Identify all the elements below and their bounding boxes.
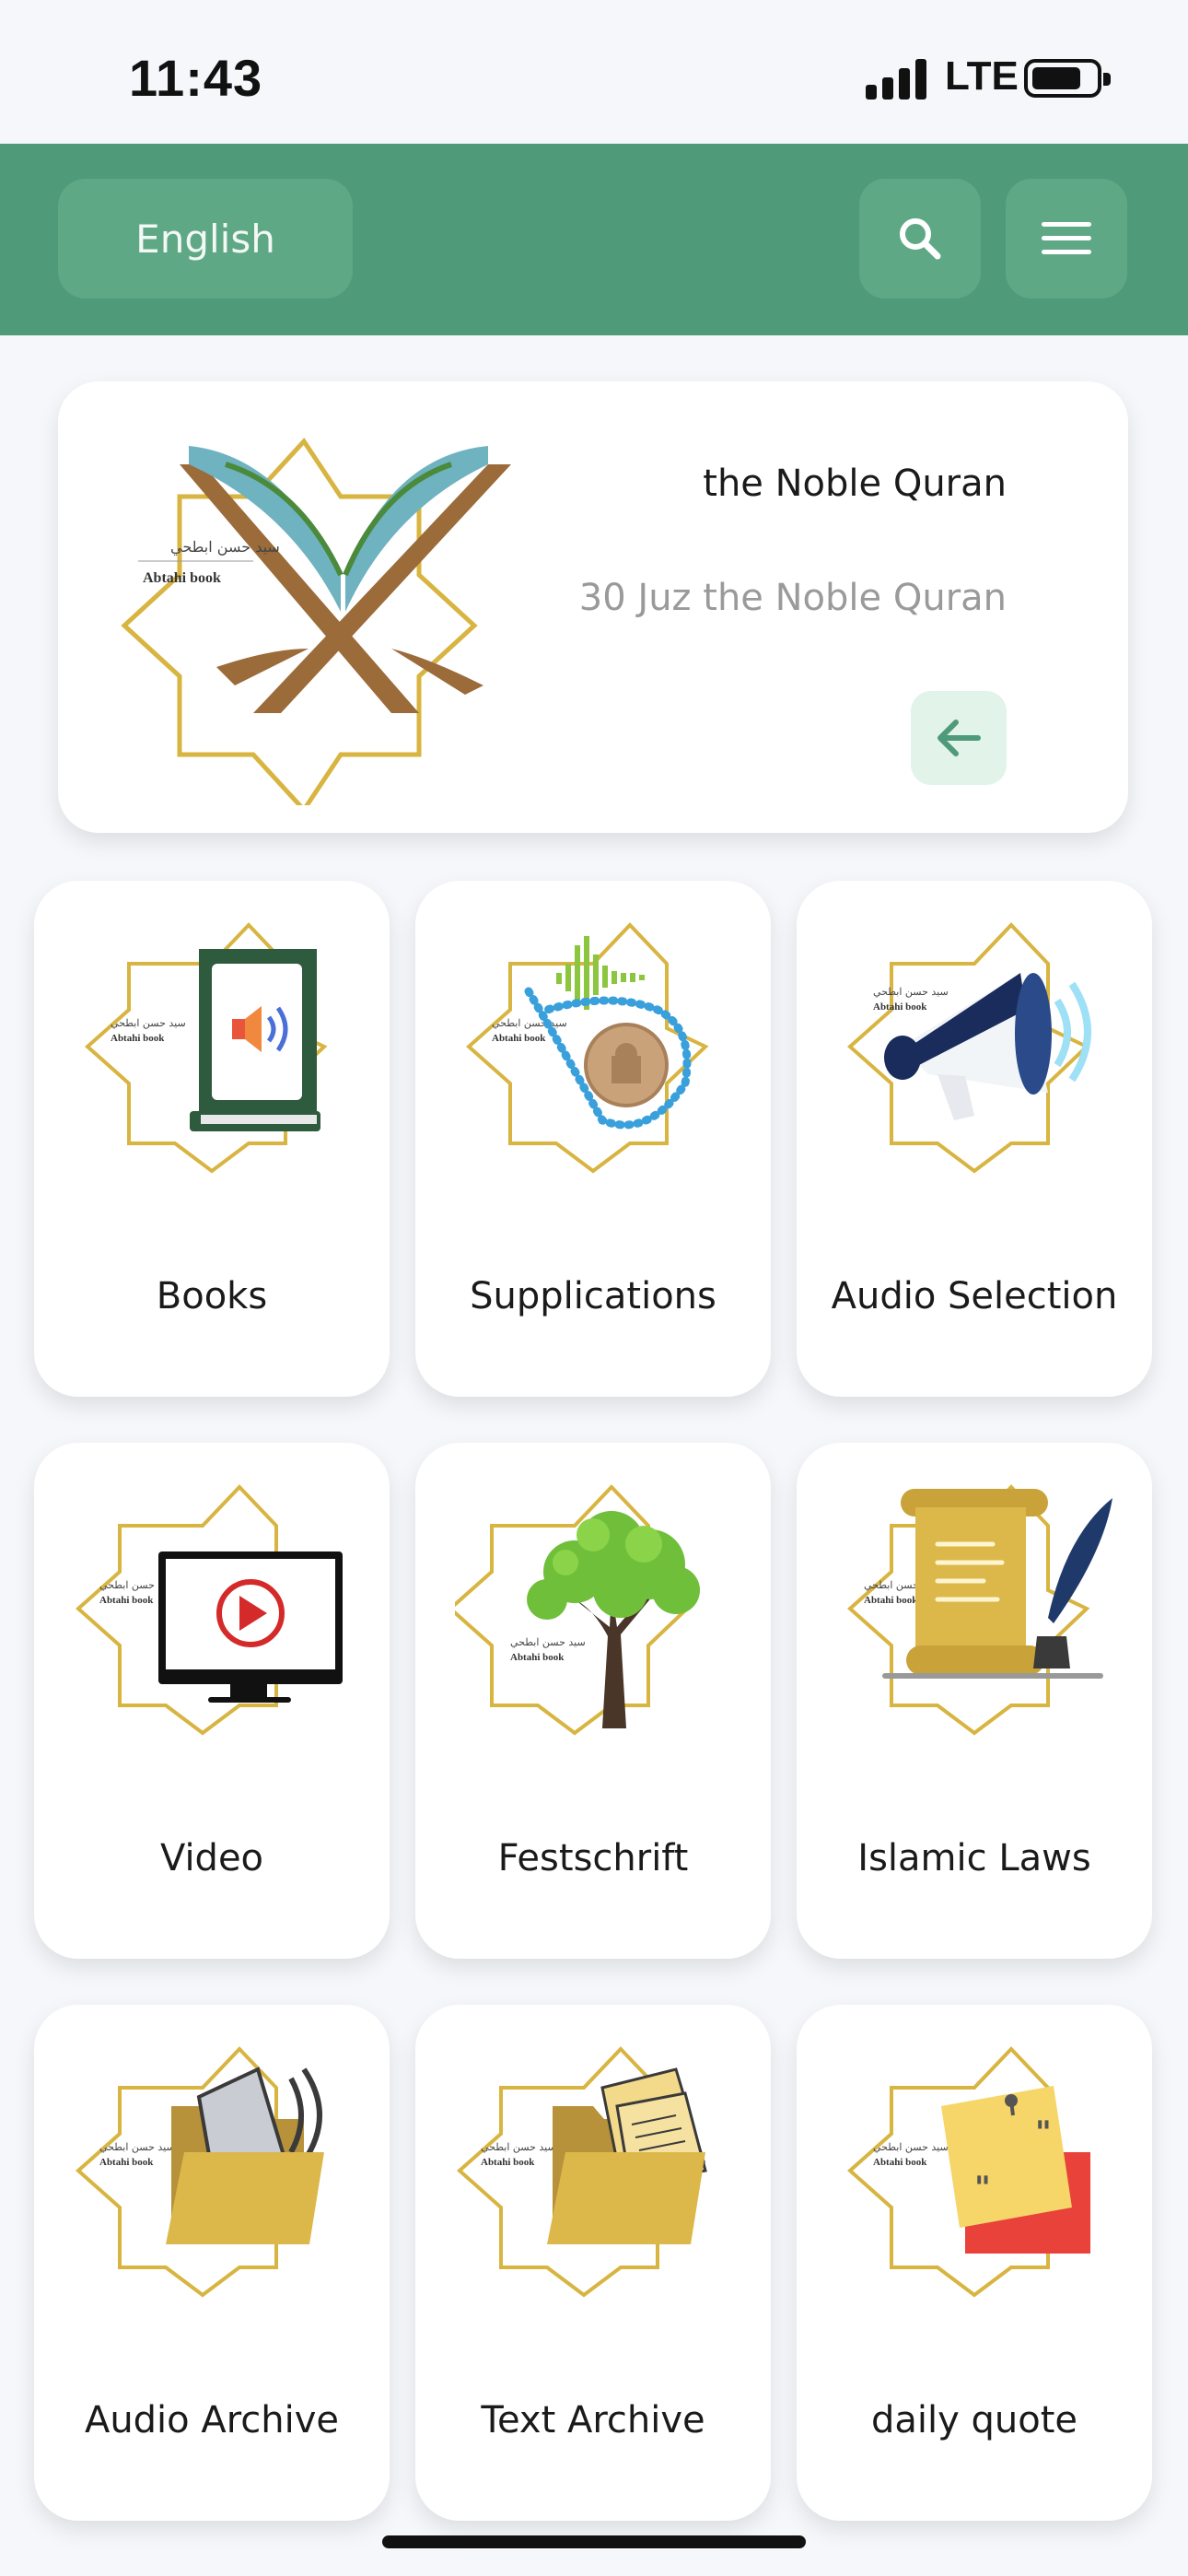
megaphone-icon: سيد حسن ابطحي Abtahi book [846, 922, 1091, 1174]
tile-logo-latin: Abtahi book [99, 1595, 154, 1606]
tile-label: Text Archive [481, 2399, 705, 2441]
hero-subtitle: 30 Juz the Noble Quran [578, 577, 1007, 619]
tile-islamic-laws[interactable]: سيد حسن ابطحي Abtahi book Islamic Laws [797, 1443, 1152, 1959]
tile-logo-arabic: سيد حسن ابطحي [111, 1017, 186, 1029]
prayer-beads-icon: سيد حسن ابطحي Abtahi book [465, 922, 709, 1174]
document-folder-icon: سيد حسن ابطحي Abtahi book [456, 2046, 707, 2298]
tile-logo-arabic: سيد حسن ابطحي [873, 986, 949, 998]
tile-logo-arabic: سيد حسن ابطحي [481, 2141, 556, 2153]
tile-text-archive[interactable]: سيد حسن ابطحي Abtahi book Text Archive [415, 2005, 771, 2521]
tile-supplications[interactable]: سيد حسن ابطحي Abtahi book Supplications [415, 881, 771, 1397]
status-time: 11:43 [129, 49, 263, 107]
tile-logo-arabic: سيد حسن ابطحي [492, 1017, 567, 1029]
language-button[interactable]: English [58, 179, 353, 299]
audio-folder-icon: سيد حسن ابطحي Abtahi book [75, 2046, 324, 2298]
tile-video[interactable]: سيد حسن ابطحي Abtahi book Video [34, 1443, 390, 1959]
tile-logo-arabic: سيد حسن ابطحي [873, 2141, 949, 2153]
tile-label: Audio Archive [84, 2399, 340, 2441]
tile-label: Islamic Laws [857, 1837, 1091, 1879]
tile-logo-latin: Abtahi book [111, 1033, 165, 1044]
tile-logo-latin: Abtahi book [510, 1652, 565, 1663]
tile-label: daily quote [870, 2399, 1078, 2441]
video-monitor-icon: سيد حسن ابطحي Abtahi book [75, 1484, 343, 1736]
tile-books[interactable]: سيد حسن ابطحي Abtahi book Books [34, 881, 390, 1397]
tile-logo-arabic: سيد حسن ابطحي [510, 1636, 586, 1648]
logo-latin-text: Abtahi book [143, 570, 221, 586]
quran-book-icon: سيد حسن ابطحي Abtahi book [121, 437, 511, 805]
battery-icon [1024, 59, 1111, 98]
home-indicator[interactable] [382, 2535, 806, 2548]
search-icon [900, 218, 941, 260]
tile-festschrift[interactable]: سيد حسن ابطحي Abtahi book Festschrift [415, 1443, 771, 1959]
tile-logo-latin: Abtahi book [99, 2157, 154, 2168]
search-button[interactable] [859, 179, 981, 299]
tile-label: Books [156, 1275, 268, 1317]
hero-title: the Noble Quran [703, 463, 1007, 505]
arrow-left-icon [938, 720, 981, 756]
tile-logo-latin: Abtahi book [492, 1033, 546, 1044]
hamburger-menu-icon [1042, 222, 1091, 254]
scroll-quill-icon: سيد حسن ابطحي Abtahi book [846, 1484, 1112, 1736]
menu-button[interactable] [1006, 179, 1127, 299]
sticky-note-quote-icon: سيد حسن ابطحي Abtahi book " " [846, 2046, 1090, 2298]
tile-daily-quote[interactable]: سيد حسن ابطحي Abtahi book " " daily quot… [797, 2005, 1152, 2521]
signal-icon [866, 57, 930, 100]
tile-logo-latin: Abtahi book [481, 2157, 535, 2168]
tile-logo-arabic: سيد حسن ابطحي [99, 2141, 175, 2153]
status-bar: 11:43 LTE [0, 0, 1188, 144]
quran-card[interactable]: سيد حسن ابطحي Abtahi book the Noble Qura… [58, 381, 1128, 833]
app-header: English [0, 144, 1188, 335]
tree-icon: سيد حسن ابطحي Abtahi book [455, 1484, 700, 1736]
tile-label: Video [159, 1837, 264, 1879]
audio-book-icon: سيد حسن ابطحي Abtahi book [84, 922, 328, 1174]
open-quran-button[interactable] [911, 691, 1007, 785]
tile-audio-selection[interactable]: سيد حسن ابطحي Abtahi book Audio Selectio… [797, 881, 1152, 1397]
svg-text:": " [1035, 2114, 1052, 2151]
tile-audio-archive[interactable]: سيد حسن ابطحي Abtahi book Audio Archive [34, 2005, 390, 2521]
tile-logo-latin: Abtahi book [864, 1595, 918, 1606]
tile-logo-latin: Abtahi book [873, 1001, 927, 1013]
svg-text:": " [974, 2170, 991, 2207]
tile-label: Festschrift [497, 1837, 689, 1879]
tile-label: Audio Selection [831, 1275, 1118, 1317]
logo-arabic-text: سيد حسن ابطحي [170, 538, 280, 556]
tile-label: Supplications [470, 1275, 716, 1317]
network-type: LTE [945, 53, 1019, 99]
tile-logo-latin: Abtahi book [873, 2157, 927, 2168]
